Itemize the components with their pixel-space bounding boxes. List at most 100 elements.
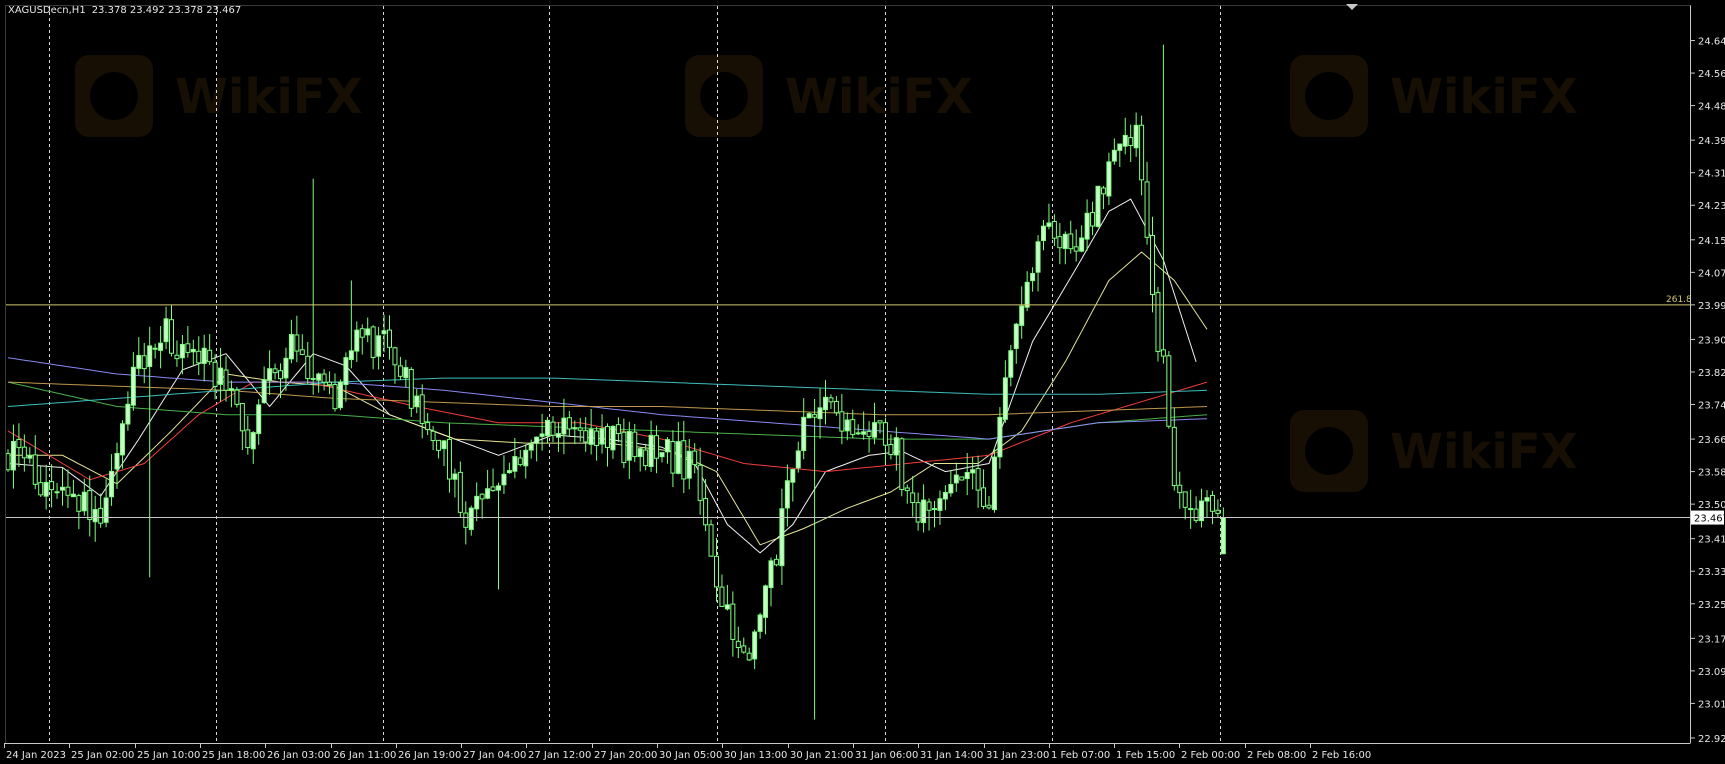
chart-plot[interactable]: WikiFX WikiFX WikiFX WikiFX 261.8 23.467 (0, 0, 1725, 764)
bear-candle-body (670, 441, 676, 474)
bull-candle-body (790, 469, 796, 483)
bear-candle-body (430, 430, 436, 442)
bear-candle-body (1166, 355, 1172, 427)
bear-candle-body (174, 354, 180, 360)
bear-candle-body (1128, 137, 1134, 147)
bear-candle-body (615, 424, 621, 435)
bear-candle-body (681, 440, 687, 480)
bull-candle-body (964, 471, 970, 480)
bull-candle-body (250, 432, 256, 450)
bull-candle-body (626, 431, 632, 461)
bear-candle-body (605, 426, 610, 448)
bear-candle-body (425, 422, 431, 431)
bull-candle-body (1133, 124, 1139, 149)
time-tick-label: 30 Jan 21:00 (790, 750, 853, 761)
bull-candle-body (659, 452, 665, 458)
ohlc-values: 23.378 23.492 23.378 23.467 (91, 5, 242, 16)
time-tick-label: 26 Jan 03:00 (267, 750, 330, 761)
bear-candle-body (38, 482, 44, 496)
bull-candle-body (1030, 273, 1036, 282)
bull-candle-body (823, 396, 828, 411)
bear-candle-body (714, 555, 719, 588)
bear-candle-body (397, 365, 403, 377)
bull-candle-body (337, 381, 343, 409)
chart-window[interactable]: WikiFX WikiFX WikiFX WikiFX 261.8 23.467 (0, 0, 1725, 764)
time-tick-label: 27 Jan 12:00 (528, 750, 591, 761)
bull-candle-body (103, 497, 109, 523)
bull-candle-body (1111, 149, 1117, 162)
bear-candle-body (833, 400, 839, 414)
bull-candle-body (1204, 497, 1210, 502)
bull-candle-body (953, 474, 959, 484)
time-tick-label: 25 Jan 02:00 (71, 750, 134, 761)
bull-candle-body (119, 423, 125, 456)
bull-candle-body (1062, 233, 1068, 250)
bear-candle-body (65, 486, 71, 496)
price-tick-label: 23.500 (1698, 500, 1725, 511)
bull-candle-body (468, 507, 474, 530)
bear-candle-body (566, 417, 572, 430)
bull-candle-body (512, 456, 518, 472)
bull-candle-body (343, 357, 349, 386)
bull-candle-body (376, 335, 382, 357)
bull-candle-body (784, 480, 790, 509)
bear-candle-body (986, 504, 992, 509)
bear-candle-body (594, 430, 600, 446)
bear-candle-body (1209, 494, 1215, 512)
bear-candle-body (1073, 246, 1079, 252)
bull-candle-body (893, 437, 899, 456)
bull-candle-body (610, 425, 616, 451)
bull-candle-body (354, 329, 360, 352)
bear-candle-body (654, 435, 660, 459)
bull-candle-body (27, 455, 33, 459)
bear-candle-body (708, 524, 714, 557)
time-tick-label: 25 Jan 10:00 (137, 750, 200, 761)
bear-candle-body (21, 446, 27, 459)
bull-candle-body (1013, 323, 1019, 349)
bear-candle-body (87, 490, 93, 520)
bull-candle-body (92, 509, 98, 523)
bear-candle-body (1090, 212, 1096, 227)
bull-candle-body (474, 495, 480, 510)
bull-candle-body (256, 404, 262, 435)
bear-candle-body (408, 368, 414, 409)
price-tick-label: 23.580 (1698, 468, 1725, 479)
bear-candle-body (741, 645, 747, 653)
bear-candle-body (245, 429, 251, 449)
bull-candle-body (921, 499, 927, 524)
bear-candle-body (959, 476, 965, 481)
bull-candle-body (228, 388, 234, 391)
bear-candle-body (926, 501, 932, 511)
bull-candle-body (817, 407, 823, 420)
bull-candle-body (81, 491, 87, 512)
bear-candle-body (49, 481, 55, 491)
bull-candle-body (70, 493, 76, 498)
bear-candle-body (1193, 508, 1199, 521)
bull-candle-body (267, 368, 273, 381)
bull-candle-body (218, 367, 224, 385)
bull-candle-body (806, 413, 812, 419)
bear-candle-body (899, 438, 905, 491)
bull-candle-body (1019, 305, 1025, 326)
bear-candle-body (278, 370, 283, 380)
bull-candle-body (528, 443, 534, 451)
bear-candle-body (517, 457, 523, 466)
bull-candle-body (724, 604, 730, 610)
price-tick-label: 24.560 (1698, 69, 1725, 80)
bull-candle-body (752, 631, 758, 660)
bear-candle-body (1182, 491, 1188, 508)
bull-candle-body (1188, 508, 1194, 511)
symbol-info: XAGUSDecn,H1 23.378 23.492 23.378 23.467 (8, 5, 241, 16)
time-tick-label: 26 Jan 19:00 (398, 750, 461, 761)
bull-candle-body (125, 403, 131, 425)
bear-candle-body (98, 507, 104, 524)
bear-candle-body (239, 402, 245, 432)
time-tick-label: 2 Feb 00:00 (1181, 750, 1240, 761)
bear-candle-body (16, 438, 22, 449)
bear-candle-body (828, 397, 834, 403)
time-tick-label: 26 Jan 11:00 (333, 750, 396, 761)
bull-candle-body (637, 448, 643, 458)
time-tick-label: 24 Jan 2023 (6, 750, 66, 761)
bear-candle-body (436, 439, 442, 451)
bull-candle-body (1095, 185, 1101, 227)
